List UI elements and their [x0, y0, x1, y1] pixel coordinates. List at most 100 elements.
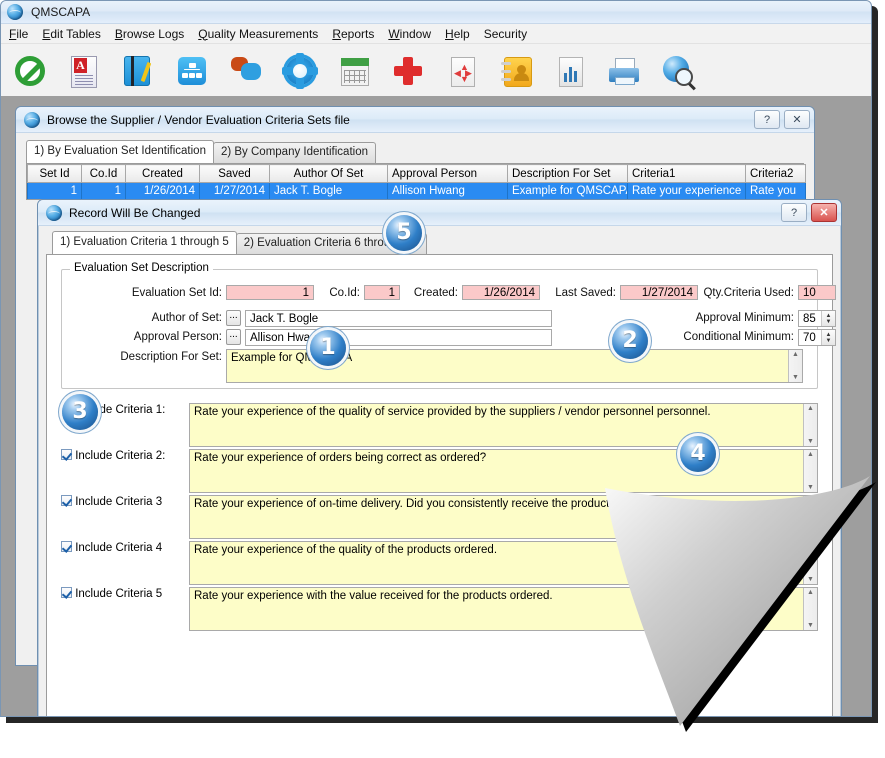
browse-help-button[interactable]: ?	[754, 110, 780, 129]
app-title-bar: QMSCAPA	[1, 1, 871, 24]
adobe-document-icon[interactable]: A	[67, 54, 101, 88]
value-criteria-2-text: Rate your experience of orders being cor…	[194, 452, 486, 464]
supplier-evaluation-grid[interactable]: Set Id Co.Id Created Saved Author Of Set…	[27, 164, 806, 199]
checkbox-include-criteria-3[interactable]	[61, 495, 72, 506]
menu-item-file[interactable]: File	[9, 27, 28, 41]
cell-criteria2: Rate you	[746, 183, 806, 200]
input-approval-person[interactable]: Allison Hwang	[245, 329, 552, 346]
callout-badge-4: 4	[680, 436, 716, 472]
browse-tab-pane: Set Id Co.Id Created Saved Author Of Set…	[26, 163, 804, 200]
dialog-tabstrip: 1) Evaluation Criteria 1 through 5 2) Ev…	[46, 233, 833, 254]
cell-set-id: 1	[28, 183, 82, 200]
callout-badge-3: 3	[62, 394, 98, 430]
label-evaluation-set-id: Evaluation Set Id:	[92, 287, 222, 299]
menu-item-quality-measurements[interactable]: Quality Measurements	[198, 27, 318, 41]
label-last-saved: Last Saved:	[544, 287, 616, 299]
criteria-row-5: Include Criteria 5 Rate your experience …	[61, 587, 818, 631]
dialog-body: 1) Evaluation Criteria 1 through 5 2) Ev…	[46, 233, 833, 717]
dialog-help-button[interactable]: ?	[781, 203, 807, 222]
input-criteria-2-text[interactable]: Rate your experience of orders being cor…	[189, 449, 818, 493]
criteria-row-3: Include Criteria 3 Rate your experience …	[61, 495, 818, 539]
callout-badge-1: 1	[310, 330, 346, 366]
approval-minimum-arrows[interactable]: ▲▼	[821, 311, 835, 326]
checkbox-include-criteria-4[interactable]	[61, 541, 72, 552]
chat-bubbles-icon[interactable]	[229, 54, 263, 88]
table-row[interactable]: 1 1 1/26/2014 1/27/2014 Jack T. Bogle Al…	[28, 183, 806, 200]
label-qty-criteria-used: Qty.Criteria Used:	[698, 287, 794, 299]
gear-settings-icon[interactable]	[283, 54, 317, 88]
input-criteria-3-text[interactable]: Rate your experience of on-time delivery…	[189, 495, 818, 539]
browse-tab-by-company[interactable]: 2) By Company Identification	[213, 142, 376, 163]
dialog-tab-criteria-1-5[interactable]: 1) Evaluation Criteria 1 through 5	[52, 231, 237, 254]
criteria-5-scrollbar[interactable]: ▲▼	[803, 588, 817, 630]
grid-col-description-for-set[interactable]: Description For Set	[508, 165, 628, 183]
grid-col-author-of-set[interactable]: Author Of Set	[270, 165, 388, 183]
grid-col-co-id[interactable]: Co.Id	[82, 165, 126, 183]
dialog-globe-icon	[46, 205, 62, 221]
criteria-1-scrollbar[interactable]: ▲▼	[803, 404, 817, 446]
menu-item-edit-tables[interactable]: Edit Tables	[42, 27, 101, 41]
author-lookup-button[interactable]: ...	[226, 310, 241, 326]
checkbox-include-criteria-5[interactable]	[61, 587, 72, 598]
label-include-criteria-4: Include Criteria 4	[75, 542, 162, 554]
bar-chart-report-icon[interactable]	[553, 54, 587, 88]
grid-col-criteria1[interactable]: Criteria1	[628, 165, 746, 183]
field-co-id: 1	[364, 285, 400, 300]
input-criteria-5-text[interactable]: Rate your experience with the value rece…	[189, 587, 818, 631]
input-criteria-1-text[interactable]: Rate your experience of the quality of s…	[189, 403, 818, 447]
move-document-icon[interactable]: ▲▼ ◀▶	[445, 54, 479, 88]
label-created: Created:	[406, 287, 458, 299]
criteria-4-scrollbar[interactable]: ▲▼	[803, 542, 817, 584]
value-criteria-5-text: Rate your experience with the value rece…	[194, 590, 553, 602]
web-search-icon[interactable]	[661, 54, 695, 88]
conditional-minimum-arrows[interactable]: ▲▼	[821, 330, 835, 345]
grid-col-criteria2[interactable]: Criteria2	[746, 165, 806, 183]
app-globe-icon	[7, 4, 23, 20]
description-scrollbar[interactable]: ▲▼	[788, 350, 802, 382]
label-include-criteria-5: Include Criteria 5	[75, 588, 162, 600]
menu-bar: File Edit Tables Browse Logs Quality Mea…	[1, 24, 871, 44]
grid-col-saved[interactable]: Saved	[200, 165, 270, 183]
menu-item-window[interactable]: Window	[388, 27, 431, 41]
no-entry-icon[interactable]	[13, 54, 47, 88]
label-include-criteria-2: Include Criteria 2:	[75, 450, 165, 462]
input-criteria-4-text[interactable]: Rate your experience of the quality of t…	[189, 541, 818, 585]
grid-header-row: Set Id Co.Id Created Saved Author Of Set…	[28, 165, 806, 183]
cell-saved: 1/27/2014	[200, 183, 270, 200]
organization-chart-icon[interactable]	[175, 54, 209, 88]
stepper-conditional-minimum[interactable]: 70 ▲▼	[798, 329, 836, 346]
field-qty-criteria-used: 10	[798, 285, 836, 300]
dialog-close-button[interactable]: ✕	[811, 203, 837, 222]
criteria-3-scrollbar[interactable]: ▲▼	[803, 496, 817, 538]
menu-item-security[interactable]: Security	[484, 27, 527, 41]
cell-description-for-set: Example for QMSCAPA	[508, 183, 628, 200]
field-evaluation-set-id: 1	[226, 285, 314, 300]
menu-item-reports[interactable]: Reports	[332, 27, 374, 41]
criteria-2-label-group: Include Criteria 2:	[61, 449, 179, 462]
grid-col-set-id[interactable]: Set Id	[28, 165, 82, 183]
address-book-icon[interactable]	[499, 54, 533, 88]
notebook-edit-icon[interactable]	[121, 54, 155, 88]
add-plus-icon[interactable]	[391, 54, 425, 88]
approval-person-lookup-button[interactable]: ...	[226, 329, 241, 345]
menu-item-help[interactable]: Help	[445, 27, 470, 41]
cell-approval-person: Allison Hwang	[388, 183, 508, 200]
label-conditional-minimum: Conditional Minimum:	[670, 331, 794, 343]
criteria-2-scrollbar[interactable]: ▲▼	[803, 450, 817, 492]
value-criteria-4-text: Rate your experience of the quality of t…	[194, 544, 497, 556]
label-approval-minimum: Approval Minimum:	[684, 312, 794, 324]
calendar-icon[interactable]	[337, 54, 371, 88]
checkbox-include-criteria-2[interactable]	[61, 449, 72, 460]
grid-col-created[interactable]: Created	[126, 165, 200, 183]
stepper-approval-minimum[interactable]: 85 ▲▼	[798, 310, 836, 327]
menu-item-browse-logs[interactable]: Browse Logs	[115, 27, 184, 41]
printer-icon[interactable]	[607, 54, 641, 88]
browse-tab-by-evaluation-set[interactable]: 1) By Evaluation Set Identification	[26, 140, 214, 163]
browse-close-button[interactable]: ✕	[784, 110, 810, 129]
value-conditional-minimum: 70	[799, 332, 821, 344]
grid-col-approval-person[interactable]: Approval Person	[388, 165, 508, 183]
label-include-criteria-3: Include Criteria 3	[75, 496, 162, 508]
input-author-of-set[interactable]: Jack T. Bogle	[245, 310, 552, 327]
browse-title-bar: Browse the Supplier / Vendor Evaluation …	[16, 107, 814, 133]
field-last-saved: 1/27/2014	[620, 285, 698, 300]
